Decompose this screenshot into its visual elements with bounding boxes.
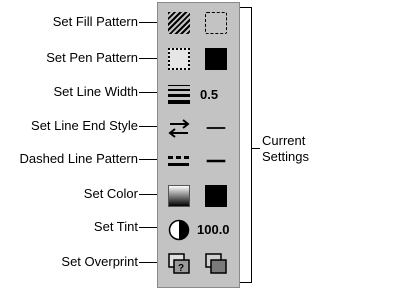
label-set-fill-pattern: Set Fill Pattern bbox=[52, 14, 138, 29]
label-dashed-line-pattern: Dashed Line Pattern bbox=[19, 151, 138, 166]
label-set-color: Set Color bbox=[83, 186, 138, 201]
current-settings-line1: Current bbox=[262, 133, 306, 148]
dotted-square-icon[interactable] bbox=[168, 48, 190, 70]
hatch-icon[interactable] bbox=[168, 12, 190, 34]
arrows-icon[interactable] bbox=[168, 117, 190, 139]
current-settings-label: Current Settings bbox=[262, 133, 309, 165]
current-line-width-value: 0.5 bbox=[200, 87, 219, 102]
current-fill-pattern-swatch bbox=[205, 12, 227, 34]
dashed-line-icon[interactable] bbox=[168, 150, 190, 172]
label-set-pen-pattern: Set Pen Pattern bbox=[46, 50, 138, 65]
current-overprint-indicator bbox=[205, 253, 227, 274]
current-line-end-style-indicator bbox=[206, 127, 226, 129]
current-tint-value: 100.0 bbox=[197, 222, 230, 237]
bracket-tick bbox=[251, 148, 260, 149]
label-set-line-end-style: Set Line End Style bbox=[31, 118, 138, 133]
current-settings-bracket bbox=[240, 7, 252, 283]
label-set-tint: Set Tint bbox=[93, 219, 138, 234]
line-width-icon[interactable] bbox=[168, 83, 190, 105]
gradient-icon[interactable] bbox=[168, 185, 190, 207]
current-color-swatch bbox=[205, 185, 227, 207]
label-set-line-width: Set Line Width bbox=[53, 84, 138, 99]
svg-text:?: ? bbox=[178, 263, 184, 274]
current-dash-pattern-indicator bbox=[206, 159, 226, 163]
overprint-icon[interactable]: ? bbox=[168, 253, 190, 275]
current-settings-line2: Settings bbox=[262, 149, 309, 164]
line-fill-toolbar: 0.5 100.0 ? bbox=[157, 2, 240, 288]
half-circle-icon[interactable] bbox=[168, 219, 190, 241]
label-set-overprint: Set Overprint bbox=[61, 254, 138, 269]
current-pen-pattern-swatch bbox=[205, 48, 227, 70]
